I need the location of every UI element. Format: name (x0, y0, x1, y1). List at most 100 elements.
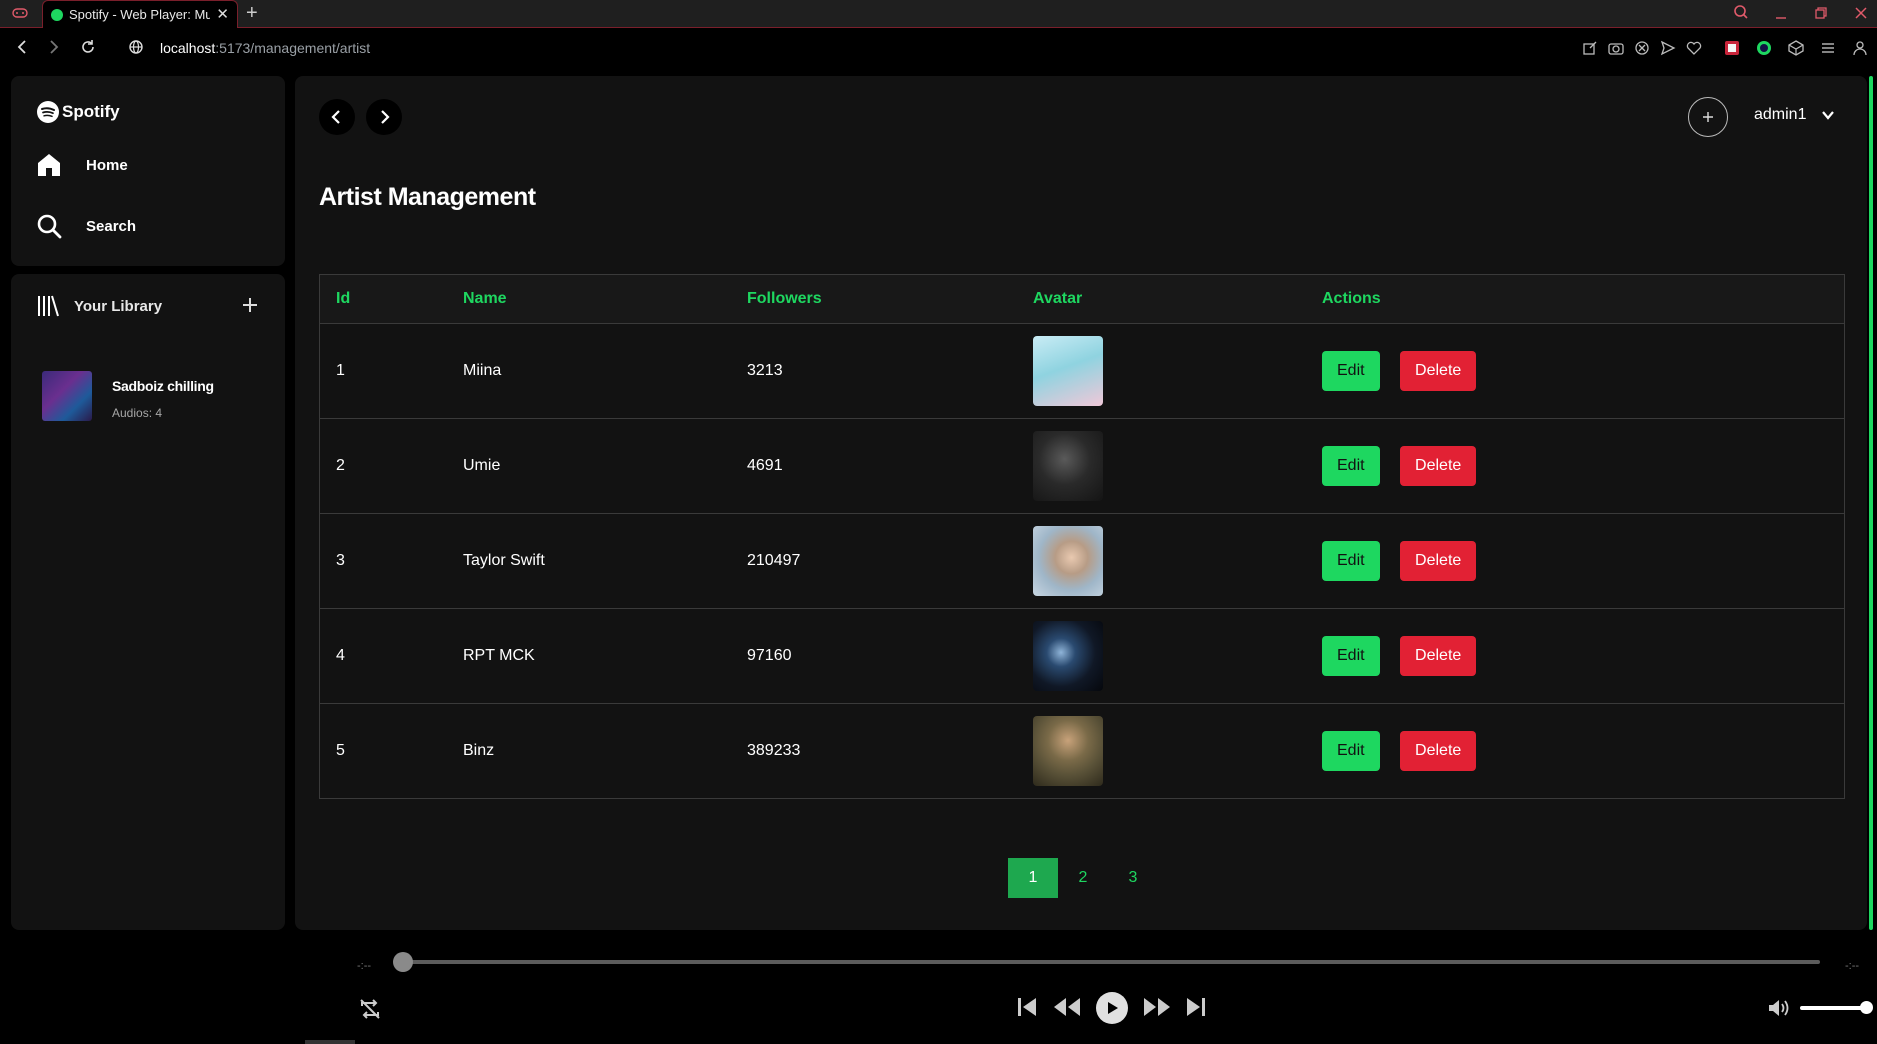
library-header[interactable]: Your Library (36, 294, 162, 318)
edit-button[interactable]: Edit (1322, 730, 1380, 771)
skip-next-icon[interactable] (1185, 996, 1207, 1018)
sidebar-item-label: Home (86, 156, 128, 174)
volume-slider[interactable] (1800, 1006, 1866, 1010)
column-header-id: Id (320, 275, 447, 323)
sidebar-item-label: Search (86, 217, 137, 235)
volume-icon[interactable] (1768, 998, 1790, 1018)
artist-followers: 210497 (731, 512, 1017, 608)
url-host: localhost (160, 40, 216, 56)
heart-icon[interactable] (1686, 40, 1702, 56)
play-button[interactable] (1096, 992, 1128, 1024)
player-bar: -:-- -:-- (0, 930, 1877, 1044)
delete-button[interactable]: Delete (1400, 350, 1477, 391)
delete-button[interactable]: Delete (1400, 730, 1477, 771)
artist-name: Miina (447, 322, 731, 418)
artist-id: 5 (320, 702, 447, 798)
share-icon[interactable] (1582, 40, 1598, 56)
chevron-right-icon (381, 110, 390, 124)
tab-title: Spotify - Web Player: Music (69, 7, 211, 22)
spotify-logo[interactable]: Spotify (36, 100, 120, 124)
scrollbar[interactable] (1869, 76, 1873, 930)
gamepad-icon[interactable] (12, 6, 28, 20)
play-icon (1108, 1002, 1118, 1014)
edit-button[interactable]: Edit (1322, 445, 1380, 486)
page-button-2[interactable]: 2 (1058, 858, 1108, 898)
edit-button[interactable]: Edit (1322, 540, 1380, 581)
artist-name: RPT MCK (447, 607, 731, 703)
artist-avatar (1033, 715, 1103, 786)
main-content: admin1 Artist Management Id Name Followe… (295, 76, 1867, 930)
fast-forward-icon[interactable] (1143, 996, 1171, 1018)
sidebar-item-home[interactable]: Home (36, 152, 128, 178)
delete-button[interactable]: Delete (1400, 445, 1477, 486)
playlist-subtitle: Audios: 4 (112, 406, 163, 420)
close-tab-icon[interactable]: ✕ (216, 7, 229, 22)
camera-icon[interactable] (1608, 40, 1624, 56)
library-panel: Your Library Sadboiz chilling Audios: 4 (11, 274, 285, 930)
url-field[interactable]: localhost:5173/management/artist (160, 40, 370, 56)
reload-icon[interactable] (80, 39, 96, 55)
extension-red-icon[interactable] (1724, 40, 1740, 56)
browser-tab[interactable]: Spotify - Web Player: Music ✕ (42, 0, 238, 28)
search-tabs-icon[interactable] (1733, 4, 1749, 20)
table-row: 4 RPT MCK 97160 Edit Delete (320, 607, 1844, 703)
browser-tab-bar: Spotify - Web Player: Music ✕ + (0, 0, 1877, 28)
artist-id: 1 (320, 322, 447, 418)
back-icon[interactable] (14, 39, 30, 55)
url-path: :5173/management/artist (215, 40, 371, 56)
artist-name: Umie (447, 417, 731, 513)
sidebar-item-search[interactable]: Search (36, 213, 136, 239)
delete-button[interactable]: Delete (1400, 540, 1477, 581)
column-header-actions: Actions (1306, 275, 1844, 323)
username: admin1 (1754, 106, 1807, 123)
sidebar-nav: Spotify Home Search (11, 76, 285, 266)
page-button-3[interactable]: 3 (1108, 858, 1158, 898)
column-header-followers: Followers (731, 275, 1017, 323)
history-back-button[interactable] (319, 99, 355, 135)
artist-followers: 4691 (731, 417, 1017, 513)
table-row: 3 Taylor Swift 210497 Edit Delete (320, 512, 1844, 608)
add-artist-button[interactable] (1688, 97, 1728, 137)
repeat-off-icon[interactable] (358, 998, 382, 1020)
page-button-1[interactable]: 1 (1008, 858, 1058, 898)
artist-avatar (1033, 335, 1103, 406)
send-icon[interactable] (1660, 40, 1676, 56)
volume-handle[interactable] (1860, 1001, 1873, 1014)
progress-handle[interactable] (393, 952, 413, 972)
table-header-row: Id Name Followers Avatar Actions (320, 275, 1844, 323)
spotify-favicon-icon (51, 8, 63, 21)
profile-icon[interactable] (1853, 40, 1867, 56)
playlist-title: Sadboiz chilling (112, 378, 214, 394)
site-info-icon[interactable] (128, 39, 144, 55)
progress-track[interactable] (403, 960, 1820, 964)
chevron-left-icon (331, 110, 340, 124)
edit-button[interactable]: Edit (1322, 350, 1380, 391)
new-tab-icon[interactable]: + (246, 2, 258, 25)
library-title: Your Library (74, 297, 163, 315)
restore-icon[interactable] (1814, 6, 1828, 20)
minimize-icon[interactable] (1774, 8, 1788, 22)
edit-button[interactable]: Edit (1322, 635, 1380, 676)
library-icon (38, 295, 59, 317)
extension-green-icon[interactable] (1756, 40, 1772, 56)
rewind-icon[interactable] (1053, 996, 1081, 1018)
address-bar: localhost:5173/management/artist (0, 29, 1877, 69)
cube-icon[interactable] (1788, 40, 1804, 56)
delete-button[interactable]: Delete (1400, 635, 1477, 676)
horizontal-scrollbar[interactable] (305, 1040, 355, 1044)
artist-id: 2 (320, 417, 447, 513)
add-playlist-icon[interactable] (241, 296, 259, 314)
playlist-item[interactable]: Sadboiz chilling Audios: 4 (42, 371, 214, 421)
forward-icon[interactable] (46, 39, 62, 55)
plus-icon (1703, 112, 1713, 122)
column-header-name: Name (447, 275, 731, 323)
table-row: 1 Miina 3213 Edit Delete (320, 322, 1844, 418)
blocker-icon[interactable] (1634, 40, 1650, 56)
skip-previous-icon[interactable] (1016, 996, 1038, 1018)
menu-icon[interactable] (1820, 40, 1836, 56)
artist-followers: 3213 (731, 322, 1017, 418)
close-window-icon[interactable] (1854, 6, 1868, 20)
artist-avatar (1033, 525, 1103, 596)
user-menu-button[interactable]: admin1 (1754, 106, 1836, 124)
history-forward-button[interactable] (366, 99, 402, 135)
